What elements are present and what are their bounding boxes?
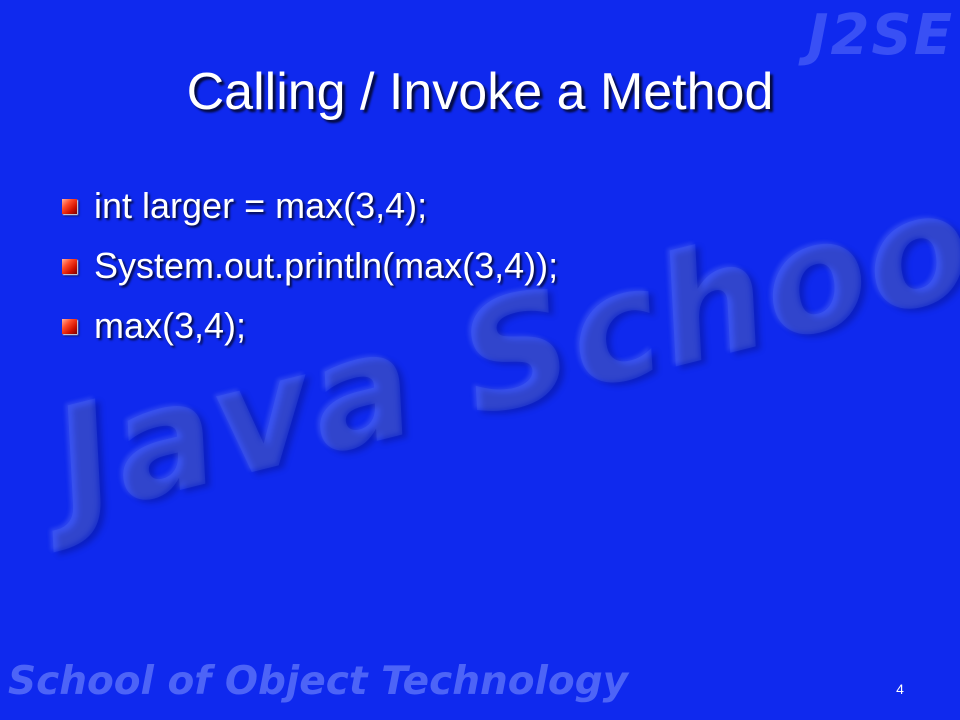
bullet-text: System.out.println(max(3,4));	[94, 245, 559, 286]
footer-watermark: School of Object Technology	[8, 659, 629, 704]
square-bullet-icon	[62, 198, 77, 214]
bullet-text: int larger = max(3,4);	[94, 185, 428, 226]
bullet-item: System.out.println(max(3,4));	[60, 236, 558, 296]
square-bullet-icon	[62, 318, 77, 334]
slide: Java School J2SE School of Object Techno…	[0, 0, 960, 720]
j2se-watermark: J2SE	[807, 3, 954, 68]
bullet-item: max(3,4);	[60, 296, 558, 356]
page-number: 4	[896, 681, 904, 697]
bullet-item: int larger = max(3,4);	[60, 176, 558, 236]
slide-title: Calling / Invoke a Method	[186, 63, 774, 121]
bullet-list: int larger = max(3,4); System.out.printl…	[60, 176, 558, 356]
bullet-text: max(3,4);	[94, 305, 247, 346]
square-bullet-icon	[62, 258, 77, 274]
